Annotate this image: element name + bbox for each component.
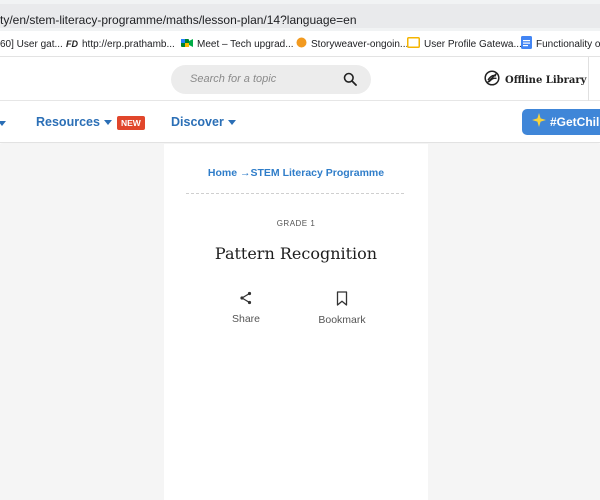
share-label: Share — [231, 313, 261, 325]
bookmark-label: Bookmark — [318, 314, 366, 326]
search-icon[interactable] — [343, 72, 357, 86]
bookmark-label: Functionality of — [536, 38, 600, 50]
search-placeholder: Search for a topic — [190, 73, 277, 85]
offline-library-label: Offline Library — [505, 75, 587, 86]
get-children-reading-button[interactable]: #GetChil — [522, 109, 600, 135]
bookmark-label: User Profile Gatewa... — [424, 38, 522, 50]
chevron-down-icon[interactable] — [0, 121, 6, 126]
share-icon — [216, 291, 276, 305]
bookmark-item[interactable]: FD http://erp.prathamb... — [66, 37, 175, 51]
chevron-down-icon — [227, 119, 236, 125]
bookmarks-bar: 60] User gat... FD http://erp.prathamb..… — [0, 31, 600, 57]
orange-dot-icon — [296, 37, 307, 51]
new-badge: NEW — [117, 116, 145, 130]
sparkle-icon — [532, 112, 546, 132]
share-button[interactable]: Share — [216, 291, 276, 325]
page-title: Pattern Recognition — [214, 244, 378, 263]
chevron-down-icon — [103, 119, 112, 125]
url-field[interactable]: ty/en/stem-literacy-programme/maths/less… — [0, 4, 600, 28]
bookmark-button[interactable]: Bookmark — [312, 291, 372, 326]
site-header: Search for a topic Offline Library — [0, 57, 600, 101]
page-content: Home →STEM Literacy Programme GRADE 1 Pa… — [0, 144, 600, 500]
bookmark-item[interactable]: Meet – Tech upgrad... — [181, 37, 294, 51]
folder-icon — [407, 37, 420, 51]
search-input[interactable]: Search for a topic — [171, 65, 371, 94]
bookmark-label: Storyweaver-ongoin... — [311, 38, 409, 50]
header-divider — [588, 57, 589, 101]
bookmark-item[interactable]: Storyweaver-ongoin... — [296, 37, 408, 51]
doc-icon — [521, 36, 532, 52]
grade-label: GRADE 1 — [276, 219, 316, 228]
meet-icon — [181, 38, 193, 51]
offline-library-link[interactable]: Offline Library — [484, 70, 586, 91]
nav-item-resources[interactable]: Resources — [36, 115, 112, 129]
cta-label: #GetChil — [550, 115, 600, 129]
bookmark-label: Meet – Tech upgrad... — [197, 38, 294, 50]
nav-item-label: Resources — [36, 115, 100, 129]
bookmark-label: 60] User gat... — [0, 38, 63, 50]
fd-logo-icon: FD — [66, 39, 78, 49]
main-nav: Resources NEW Discover #GetChil — [0, 101, 600, 143]
lesson-card: Home →STEM Literacy Programme GRADE 1 Pa… — [164, 144, 428, 500]
bookmark-label: http://erp.prathamb... — [82, 38, 175, 50]
bookmark-item[interactable]: User Profile Gatewa... — [407, 37, 522, 51]
nav-item-label: Discover — [171, 115, 224, 129]
bookmark-item[interactable]: Functionality of — [521, 36, 600, 52]
breadcrumb[interactable]: Home →STEM Literacy Programme — [164, 167, 428, 179]
offline-library-icon — [484, 70, 500, 91]
browser-address-bar: ty/en/stem-literacy-programme/maths/less… — [0, 0, 600, 31]
bookmark-item[interactable]: 60] User gat... — [0, 37, 63, 51]
dashed-divider — [186, 193, 404, 194]
bookmark-icon — [312, 291, 372, 306]
url-text[interactable]: ty/en/stem-literacy-programme/maths/less… — [0, 13, 357, 27]
nav-item-discover[interactable]: Discover — [171, 115, 236, 129]
